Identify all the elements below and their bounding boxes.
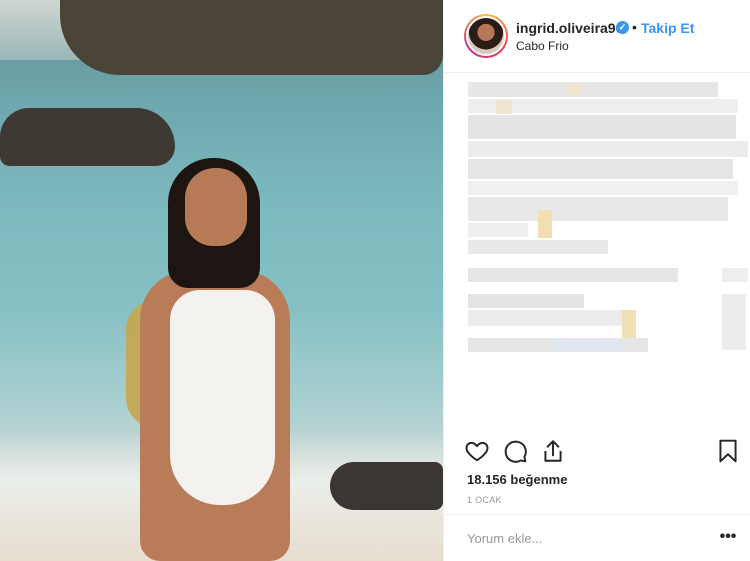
blur-block [468, 294, 584, 308]
blur-block [468, 268, 678, 282]
blur-block [722, 294, 746, 350]
comment-bubble-icon[interactable] [502, 438, 528, 464]
share-icon[interactable] [540, 438, 566, 464]
photo-person-face [185, 168, 247, 246]
likes-count[interactable]: 18.156 beğenme [467, 472, 567, 487]
blur-block [468, 115, 736, 139]
blur-block [468, 181, 738, 195]
photo-swimsuit [170, 290, 275, 505]
post-date[interactable]: 1 OCAK [467, 495, 502, 505]
follow-button[interactable]: Takip Et [641, 20, 694, 36]
blur-block [622, 310, 636, 338]
likes-label: beğenme [510, 472, 568, 487]
blur-block [468, 240, 608, 254]
blur-block [552, 338, 622, 352]
post-header: ingrid.oliveira96 ✓ • Takip Et Cabo Frio [444, 0, 750, 73]
separator-dot: • [632, 19, 637, 35]
avatar-image [466, 16, 506, 56]
blur-block [468, 82, 718, 97]
comment-input[interactable] [467, 527, 707, 549]
blur-block [722, 268, 748, 282]
caption-pixelated [468, 82, 750, 362]
post-side-panel: ingrid.oliveira96 ✓ • Takip Et Cabo Frio [443, 0, 750, 561]
location-link[interactable]: Cabo Frio [516, 39, 569, 53]
comment-bar: ••• [444, 514, 750, 561]
photo-cliff [60, 0, 443, 75]
blur-block [496, 100, 512, 114]
likes-number: 18.156 [467, 472, 507, 487]
post-actions [444, 434, 750, 470]
blur-block [468, 197, 728, 221]
blur-block [568, 84, 582, 96]
blur-block [468, 141, 748, 157]
post-photo[interactable] [0, 0, 443, 561]
blur-block [468, 310, 628, 326]
heart-icon[interactable] [464, 438, 490, 464]
photo-rock-right [330, 462, 443, 510]
blur-block [468, 159, 733, 179]
verified-badge-icon: ✓ [616, 21, 629, 34]
bookmark-icon[interactable] [715, 438, 741, 464]
blur-block [468, 223, 528, 237]
blur-block [538, 210, 552, 238]
avatar[interactable] [464, 14, 508, 58]
more-options-icon[interactable]: ••• [717, 525, 739, 549]
photo-rock-left [0, 108, 175, 166]
username-link[interactable]: ingrid.oliveira96 [516, 20, 623, 36]
